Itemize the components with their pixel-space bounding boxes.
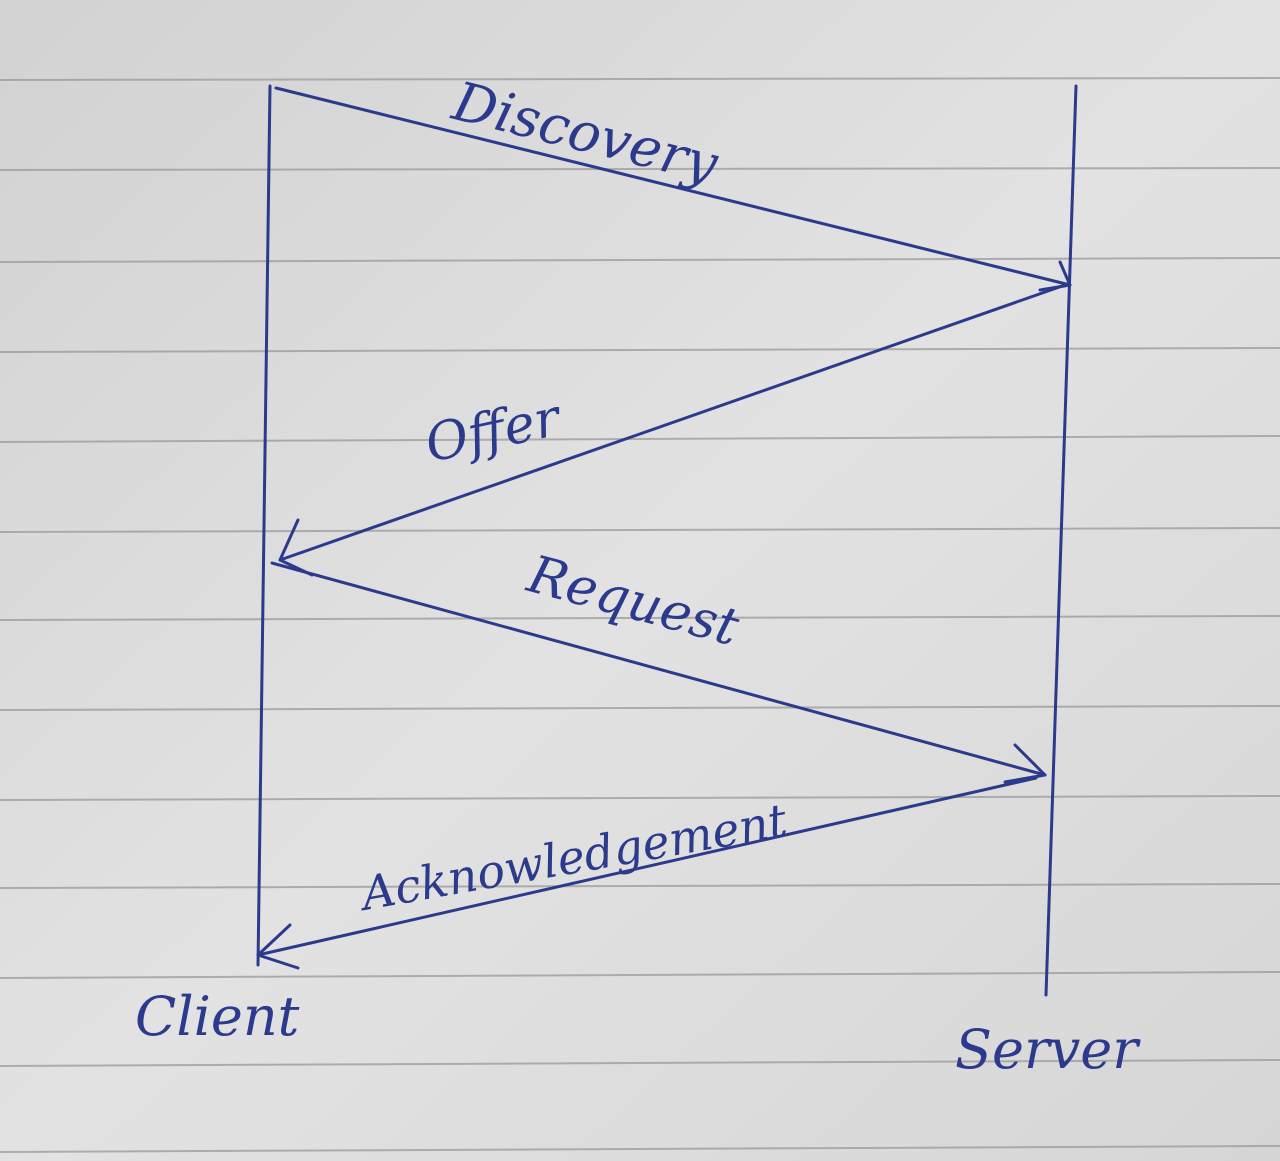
server-label: Server <box>955 1018 1141 1081</box>
client-label: Client <box>135 985 300 1048</box>
ruled-paper: Discovery Offer Request Acknowledgement … <box>0 0 1280 1161</box>
